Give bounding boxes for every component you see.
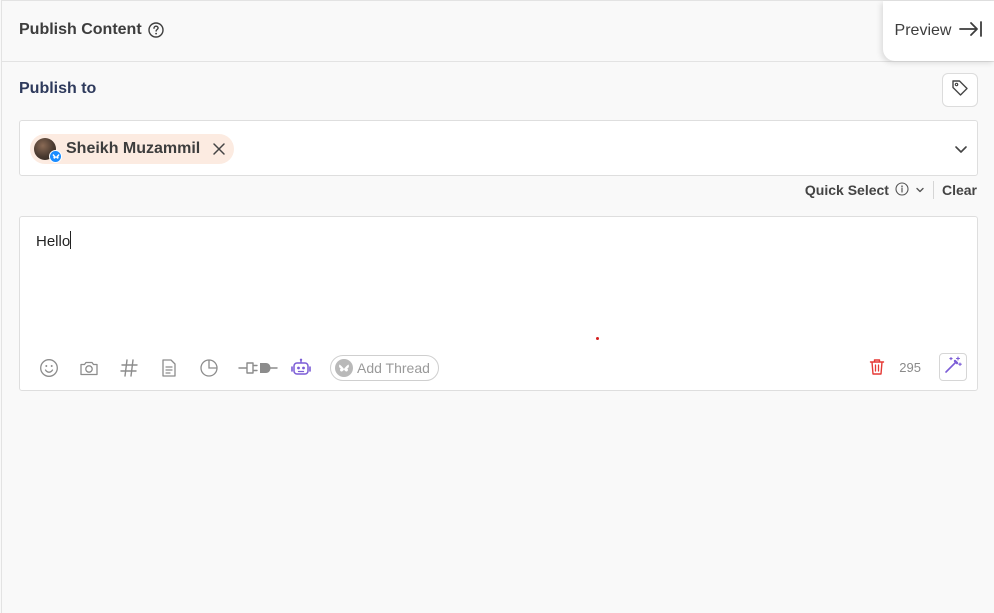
trash-icon[interactable] xyxy=(869,358,885,376)
panel-header: Publish Content Preview xyxy=(2,1,994,62)
content-editor[interactable]: Hello Add Thread 295 xyxy=(19,216,978,391)
editor-right-tools: 295 xyxy=(869,353,967,381)
ai-robot-icon[interactable] xyxy=(290,357,312,379)
preview-label: Preview xyxy=(894,22,952,39)
quick-select-label: Quick Select xyxy=(804,182,889,198)
avatar xyxy=(34,138,62,163)
editor-toolbar: Add Thread xyxy=(38,355,439,381)
quick-select-row: Quick Select Clear xyxy=(805,181,977,199)
publish-panel: Publish Content Preview Publish to Sheik… xyxy=(1,0,994,613)
account-select[interactable]: Sheikh Muzammil xyxy=(19,120,978,176)
info-icon xyxy=(895,181,909,199)
tag-icon xyxy=(951,79,969,102)
character-count: 295 xyxy=(899,359,921,375)
account-name: Sheikh Muzammil xyxy=(66,140,201,157)
ai-assist-button[interactable] xyxy=(939,353,967,381)
quick-select-button[interactable]: Quick Select xyxy=(804,181,925,199)
question-circle-icon[interactable] xyxy=(147,22,164,38)
page-title: Publish Content xyxy=(19,21,164,39)
plugin-icon[interactable] xyxy=(238,357,278,379)
magic-wand-icon xyxy=(944,355,962,379)
document-icon[interactable] xyxy=(158,357,180,379)
clear-button[interactable]: Clear xyxy=(942,182,977,198)
editor-content: Hello xyxy=(36,233,71,250)
hashtag-icon[interactable] xyxy=(118,357,140,379)
chevron-down-icon xyxy=(915,182,925,198)
marker-dot xyxy=(596,337,599,340)
text-caret xyxy=(70,231,72,249)
tag-button[interactable] xyxy=(942,73,978,107)
chevron-down-icon[interactable] xyxy=(953,141,969,157)
bluesky-icon xyxy=(335,359,353,377)
collapse-right-icon xyxy=(959,20,983,42)
account-chip[interactable]: Sheikh Muzammil xyxy=(30,134,235,164)
add-thread-label: Add Thread xyxy=(357,360,430,376)
page-title-text: Publish Content xyxy=(19,21,142,38)
emoji-icon[interactable] xyxy=(38,357,60,379)
editor-text[interactable]: Hello xyxy=(36,231,72,250)
add-thread-button[interactable]: Add Thread xyxy=(330,355,439,381)
remove-account-close-icon[interactable] xyxy=(212,142,226,156)
camera-icon[interactable] xyxy=(78,357,100,379)
publish-to-label: Publish to xyxy=(19,80,97,97)
pie-chart-icon[interactable] xyxy=(198,357,220,379)
preview-button[interactable]: Preview xyxy=(883,1,994,61)
divider xyxy=(932,181,934,199)
bluesky-badge-icon xyxy=(49,150,62,163)
